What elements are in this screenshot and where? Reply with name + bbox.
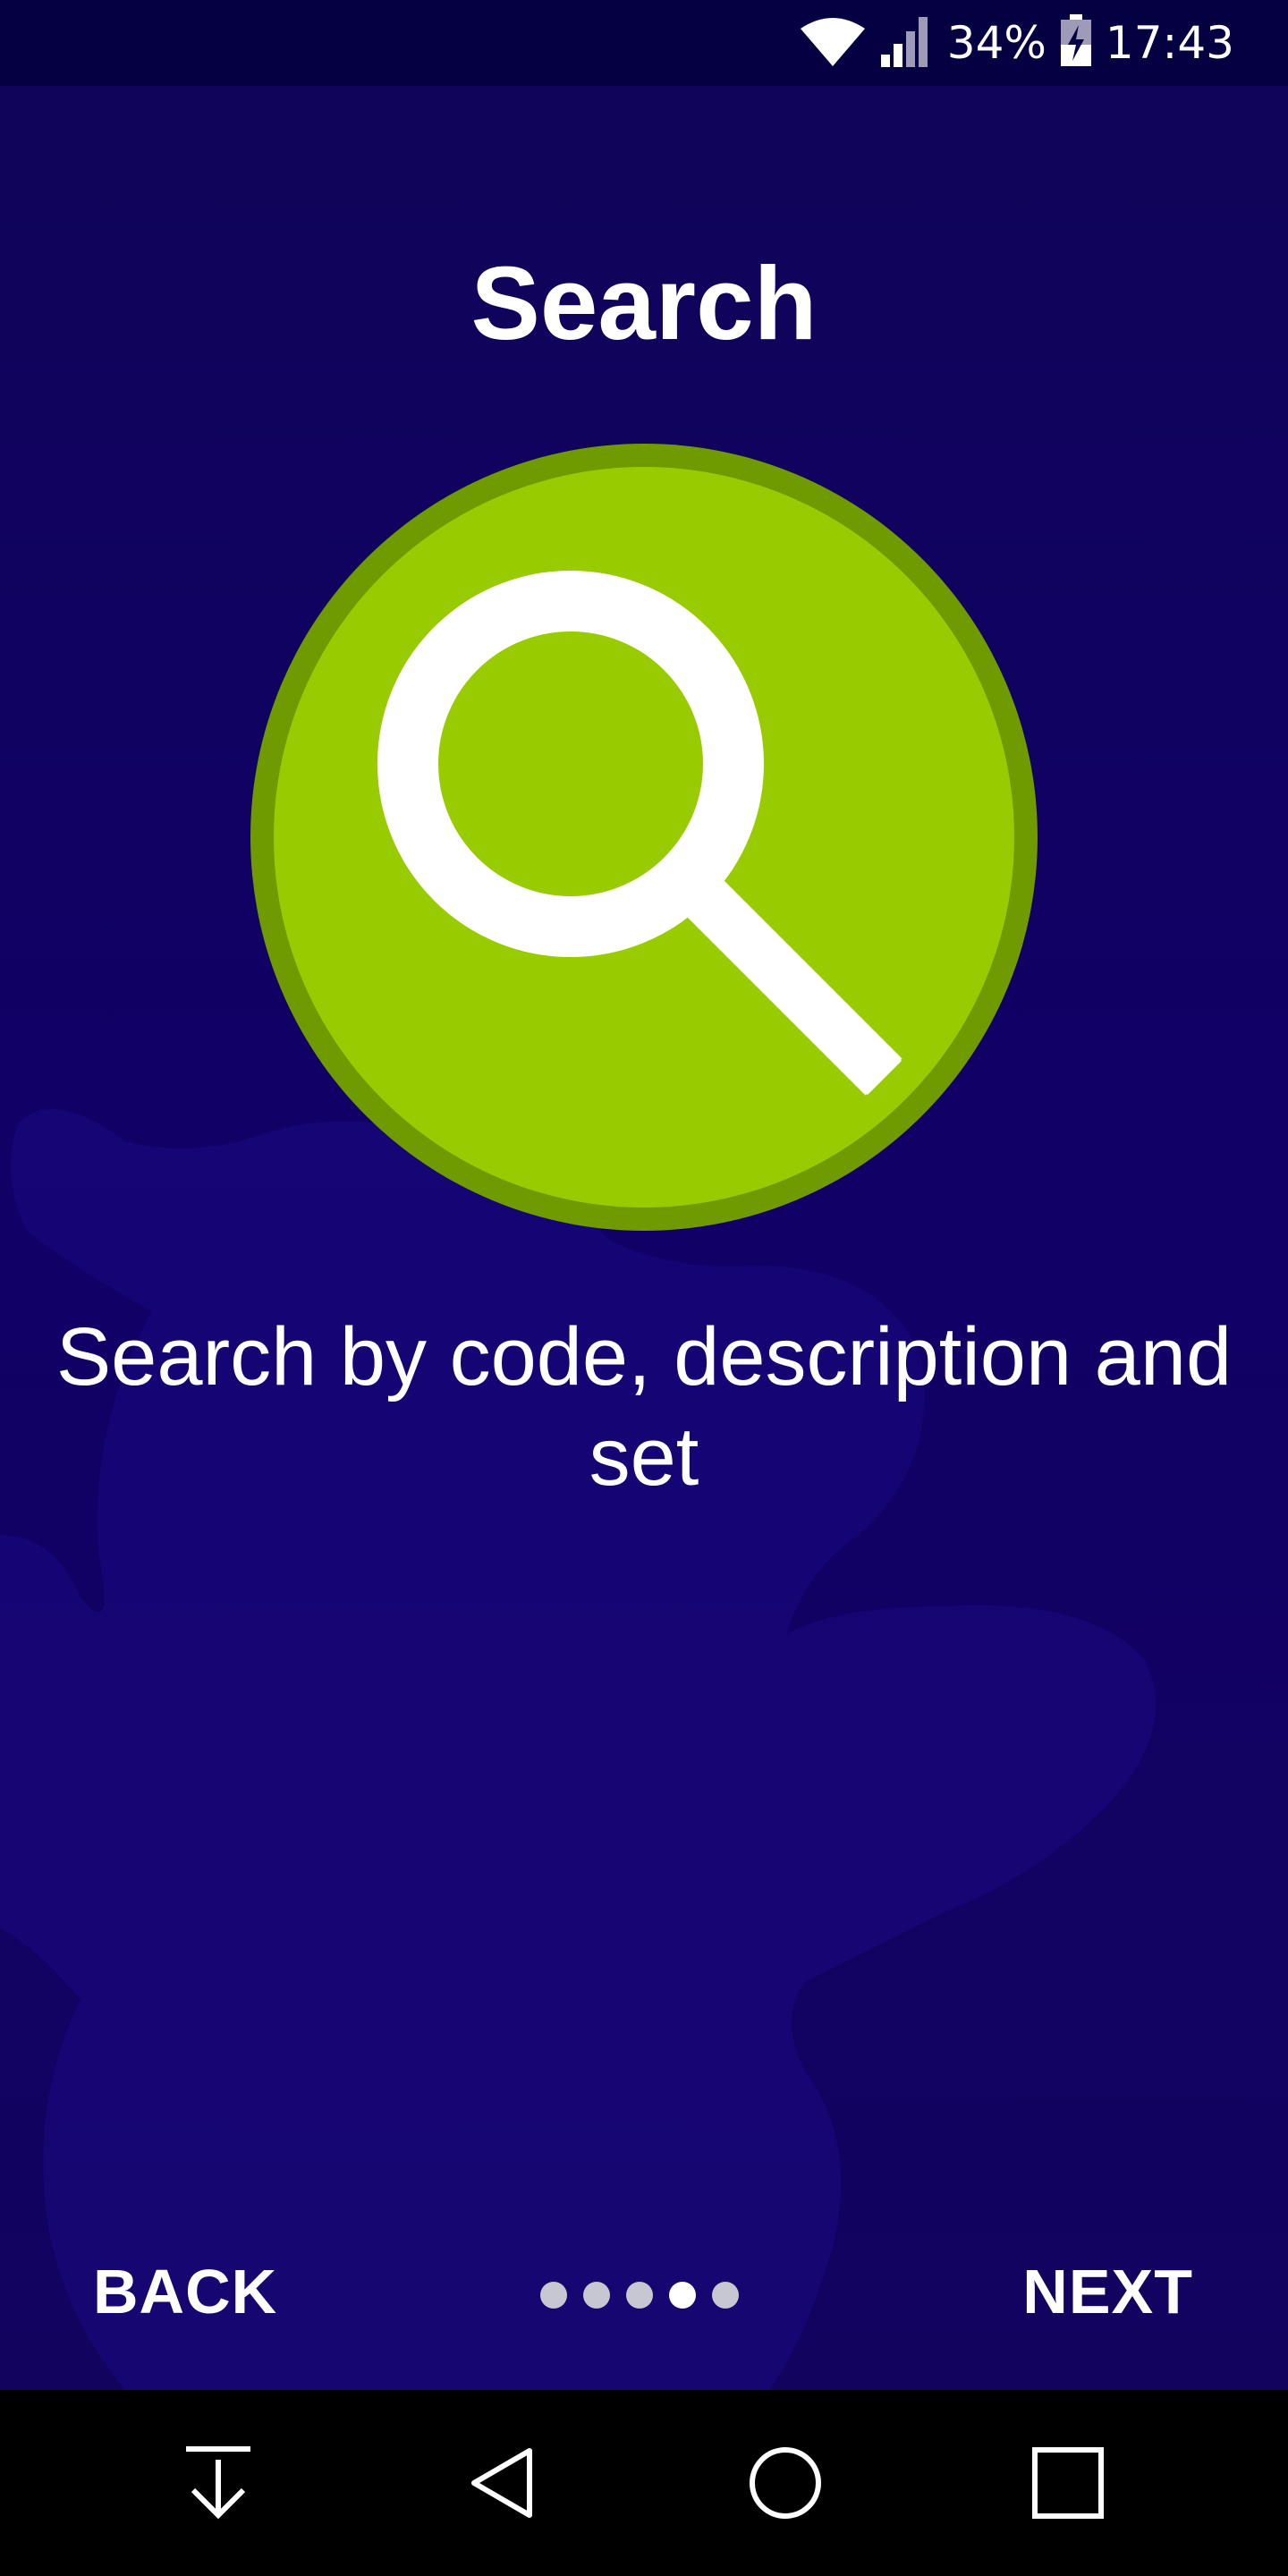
battery-percent: 34% [946, 17, 1046, 69]
background-silhouette [0, 1109, 1157, 2390]
status-icons: 34% 17:43 [799, 0, 1234, 86]
back-button[interactable]: BACK [93, 2256, 277, 2327]
page-dot[interactable] [626, 2282, 653, 2309]
home-circle-icon[interactable] [732, 2429, 839, 2537]
system-navigation-bar [0, 2390, 1288, 2576]
page-dot[interactable] [540, 2282, 567, 2309]
search-feature-illustration [250, 444, 1038, 1231]
page-indicator [540, 2282, 739, 2309]
intro-slide: Search Search by code, description and s… [0, 86, 1288, 2390]
page-title: Search [470, 245, 818, 361]
page-dot-active[interactable] [669, 2282, 696, 2309]
page-dot[interactable] [583, 2282, 610, 2309]
wifi-icon [799, 14, 867, 72]
magnifier-icon [250, 444, 1038, 1231]
back-triangle-icon[interactable] [449, 2429, 556, 2537]
signal-icon [879, 13, 935, 72]
status-bar: 34% 17:43 [0, 0, 1288, 86]
page-dot[interactable] [712, 2282, 739, 2309]
feature-description: Search by code, description and set [55, 1311, 1233, 1503]
clock: 17:43 [1105, 17, 1234, 69]
battery-charging-icon [1059, 14, 1093, 72]
next-button[interactable]: NEXT [1022, 2256, 1193, 2327]
download-arrow-icon[interactable] [165, 2429, 272, 2537]
recents-square-icon[interactable] [1014, 2429, 1122, 2537]
